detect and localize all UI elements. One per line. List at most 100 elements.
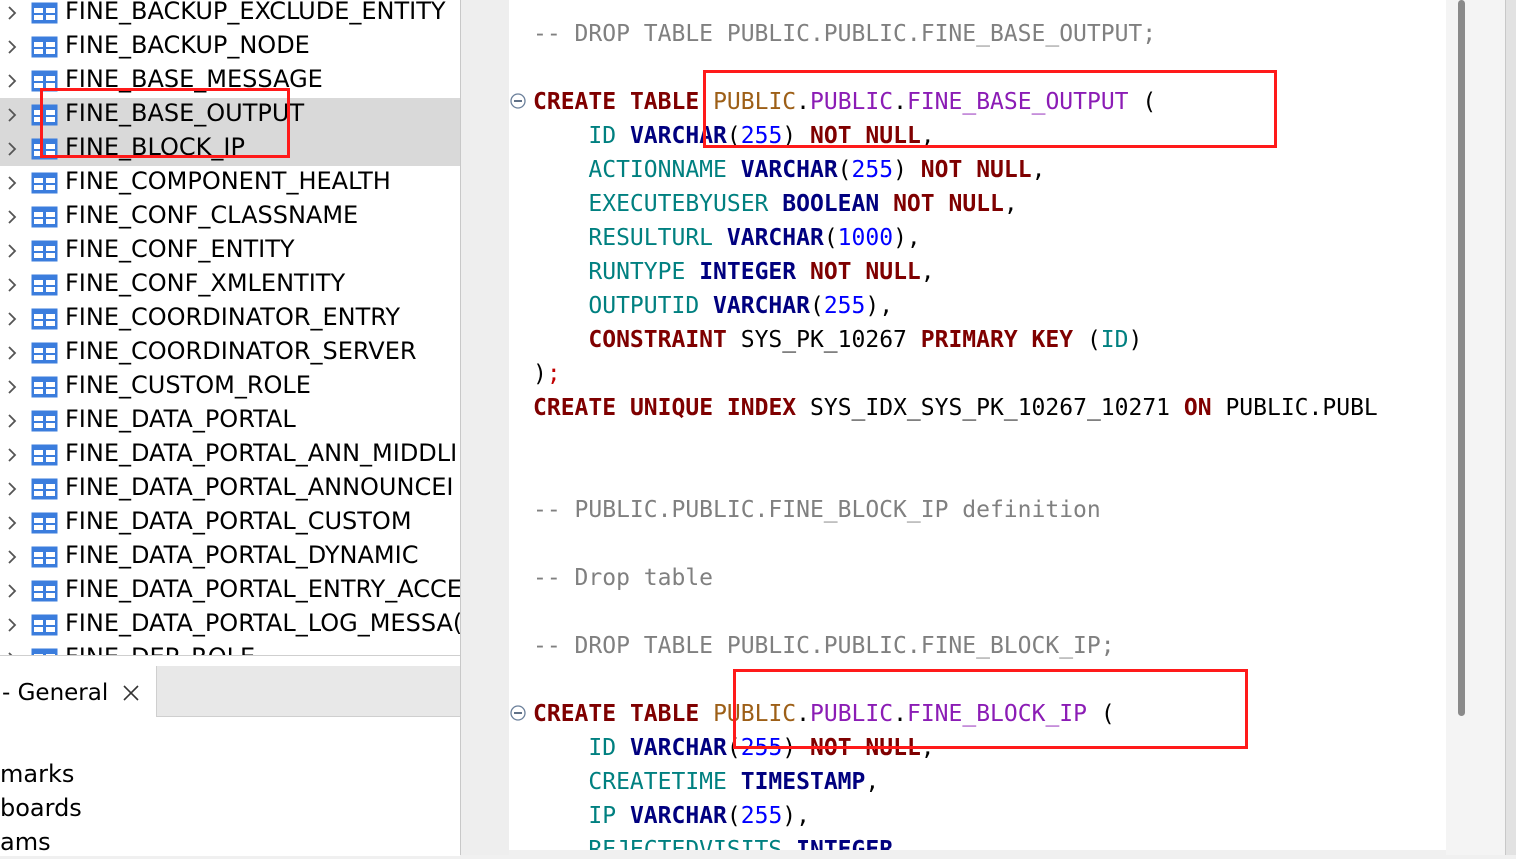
tree-item[interactable]: FINE_COMPONENT_HEALTH (0, 166, 460, 200)
code-token: CREATE (533, 395, 617, 421)
chevron-right-icon[interactable] (4, 73, 20, 89)
code-line[interactable]: ); (533, 357, 561, 391)
tree-item[interactable]: FINE_DATA_PORTAL_ANNOUNCEI (0, 472, 460, 506)
chevron-right-icon[interactable] (4, 243, 20, 259)
tree-item[interactable]: FINE_DATA_PORTAL_CUSTOM (0, 506, 460, 540)
tree-item-label: FINE_DATA_PORTAL_LOG_MESSA( (65, 609, 460, 637)
code-line[interactable]: IP VARCHAR(255), (533, 799, 810, 833)
tree-item[interactable]: FINE_BACKUP_EXCLUDE_ENTITY (0, 0, 460, 30)
tree-item[interactable]: FINE_DATA_PORTAL_ENTRY_ACCE (0, 574, 460, 608)
code-token: ) (1128, 327, 1143, 353)
table-icon (31, 342, 58, 364)
tree-item[interactable]: FINE_DATA_PORTAL_LOG_MESSA( (0, 608, 460, 642)
code-line[interactable]: -- DROP TABLE PUBLIC.PUBLIC.FINE_BASE_OU… (533, 17, 1156, 51)
tree-item-label: FINE_CONF_ENTITY (65, 235, 295, 263)
code-line[interactable]: RUNTYPE INTEGER NOT NULL, (533, 255, 935, 289)
code-line[interactable]: -- Drop table (533, 561, 713, 595)
tree-item-label: FINE_CUSTOM_ROLE (65, 371, 311, 399)
tree-item[interactable]: FINE_COORDINATOR_ENTRY (0, 302, 460, 336)
code-line[interactable]: CREATE UNIQUE INDEX SYS_IDX_SYS_PK_10267… (533, 391, 1378, 425)
chevron-right-icon[interactable] (4, 175, 20, 191)
code-token: ( (726, 803, 741, 829)
vertical-scrollbar-thumb[interactable] (1458, 0, 1465, 716)
code-line[interactable]: EXECUTEBYUSER BOOLEAN NOT NULL, (533, 187, 1017, 221)
chevron-right-icon[interactable] (4, 447, 20, 463)
collapse-minus-icon[interactable] (510, 93, 526, 109)
collapse-minus-icon[interactable] (510, 705, 526, 721)
chevron-right-icon[interactable] (4, 413, 20, 429)
chevron-right-icon[interactable] (4, 209, 20, 225)
code-token: NOT (893, 191, 935, 217)
code-token: , (920, 259, 935, 285)
chevron-right-icon[interactable] (4, 481, 20, 497)
tree-item[interactable]: FINE_CONF_ENTITY (0, 234, 460, 268)
panel-tab-strip: - General (0, 666, 460, 717)
chevron-right-icon[interactable] (4, 107, 20, 123)
panel-splitter[interactable] (460, 0, 509, 855)
chevron-right-icon[interactable] (4, 617, 20, 633)
code-token: KEY (1031, 327, 1074, 353)
chevron-right-icon[interactable] (4, 515, 20, 531)
code-line[interactable]: -- PUBLIC.PUBLIC.FINE_BLOCK_IP definitio… (533, 493, 1101, 527)
tree-item-label: FINE_DATA_PORTAL (65, 405, 296, 433)
chevron-right-icon[interactable] (4, 311, 20, 327)
tree-item[interactable]: FINE_BACKUP_NODE (0, 30, 460, 64)
panel-item-ams[interactable]: ams (0, 825, 51, 859)
chevron-right-icon[interactable] (4, 379, 20, 395)
tree-item[interactable]: FINE_CONF_CLASSNAME (0, 200, 460, 234)
code-token: ) (893, 157, 921, 183)
table-icon (31, 614, 58, 636)
tree-item-label: FINE_COMPONENT_HEALTH (65, 167, 391, 195)
tree-item[interactable]: FINE_CONF_XMLENTITY (0, 268, 460, 302)
close-icon[interactable] (122, 684, 140, 702)
tree-item[interactable]: FINE_CUSTOM_ROLE (0, 370, 460, 404)
code-token: PUBLIC.PUBL (1211, 395, 1378, 421)
chevron-right-icon[interactable] (4, 345, 20, 361)
code-token: ), (865, 293, 894, 319)
code-line[interactable]: OUTPUTID VARCHAR(255), (533, 289, 893, 323)
code-line[interactable]: REJECTEDVISITS INTEGER, (533, 833, 907, 850)
panel-item-boards[interactable]: boards (0, 791, 82, 825)
tree-item[interactable]: FINE_DATA_PORTAL_ANN_MIDDLI (0, 438, 460, 472)
code-token: NULL (865, 259, 921, 285)
code-token: , (893, 837, 907, 850)
tree-item[interactable]: FINE_DATA_PORTAL_DYNAMIC (0, 540, 460, 574)
code-token: NULL (976, 157, 1032, 183)
chevron-right-icon[interactable] (4, 39, 20, 55)
code-token: ( (823, 225, 838, 251)
code-line[interactable]: CREATETIME TIMESTAMP, (533, 765, 879, 799)
code-token: TABLE (629, 701, 700, 727)
code-token: 255 (740, 803, 783, 829)
window-right-edge (1505, 0, 1516, 855)
table-icon (31, 546, 58, 568)
bottom-panel: - General marks boards ams (0, 655, 460, 856)
chevron-right-icon[interactable] (4, 5, 20, 21)
code-token: ( (1073, 327, 1101, 353)
tree-item-label: FINE_COORDINATOR_ENTRY (65, 303, 401, 331)
code-token: TABLE (629, 89, 700, 115)
code-token: SYS_IDX_SYS_PK_10267_10271 (796, 395, 1184, 421)
tree-item[interactable]: FINE_DATA_PORTAL (0, 404, 460, 438)
chevron-right-icon[interactable] (4, 277, 20, 293)
tab-general[interactable]: - General (0, 666, 157, 717)
chevron-right-icon[interactable] (4, 141, 20, 157)
panel-item-marks[interactable]: marks (0, 757, 74, 791)
code-line[interactable]: CONSTRAINT SYS_PK_10267 PRIMARY KEY (ID) (533, 323, 1142, 357)
table-icon (31, 274, 58, 296)
code-line[interactable]: RESULTURL VARCHAR(1000), (533, 221, 920, 255)
code-token: -- DROP TABLE PUBLIC.PUBLIC.FINE_BASE_OU… (533, 21, 1157, 47)
tree-item[interactable]: FINE_DEP_ROLE (0, 642, 460, 655)
tree-item[interactable]: FINE_COORDINATOR_SERVER (0, 336, 460, 370)
code-line[interactable]: ACTIONNAME VARCHAR(255) NOT NULL, (533, 153, 1045, 187)
code-token: INDEX (726, 395, 797, 421)
code-token: OUTPUTID (588, 293, 700, 319)
chevron-right-icon[interactable] (4, 583, 20, 599)
chevron-right-icon[interactable] (4, 549, 20, 565)
code-line[interactable]: -- DROP TABLE PUBLIC.PUBLIC.FINE_BLOCK_I… (533, 629, 1115, 663)
